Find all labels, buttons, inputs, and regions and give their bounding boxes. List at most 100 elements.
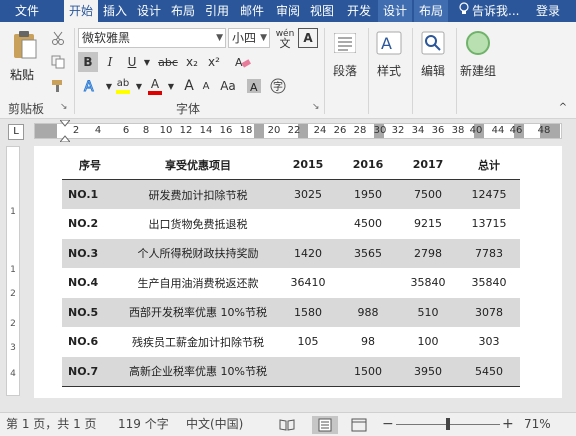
highlight-color-button[interactable]: ab: [114, 76, 132, 96]
subscript-button[interactable]: x₂: [182, 52, 202, 72]
header-cell[interactable]: 享受优惠项目: [118, 150, 278, 180]
styles-button[interactable]: A 样式: [366, 28, 412, 79]
table-cell[interactable]: 5450: [458, 356, 520, 387]
header-cell[interactable]: 总计: [458, 150, 520, 180]
underline-button[interactable]: U: [122, 52, 142, 72]
clipboard-launcher-icon[interactable]: ↘: [60, 102, 68, 112]
table-cell[interactable]: [338, 268, 398, 298]
tab-view[interactable]: 视图: [306, 0, 338, 22]
table-cell[interactable]: NO.5: [62, 297, 118, 327]
table-cell[interactable]: 生产自用油消费税返还款: [118, 268, 278, 298]
chevron-down-icon[interactable]: ▼: [134, 76, 144, 96]
table-cell[interactable]: 1420: [278, 238, 338, 268]
table-cell[interactable]: 4500: [338, 209, 398, 239]
table-cell[interactable]: 303: [458, 327, 520, 357]
collapse-ribbon-icon[interactable]: ^: [556, 100, 570, 114]
web-layout-icon[interactable]: [346, 416, 372, 434]
table-cell[interactable]: [278, 209, 338, 239]
table-cell[interactable]: 3565: [338, 238, 398, 268]
table-cell[interactable]: 残疾员工薪金加计扣除节税: [118, 327, 278, 357]
table-cell[interactable]: 98: [338, 327, 398, 357]
italic-button[interactable]: I: [100, 52, 120, 72]
paragraph-button[interactable]: 段落: [322, 28, 368, 79]
document-page[interactable]: 序号 享受优惠项目 2015 2016 2017 总计 NO.1 研发费加计扣除…: [34, 146, 562, 398]
tab-table-layout[interactable]: 布局: [414, 0, 448, 22]
table-cell[interactable]: 3025: [278, 179, 338, 209]
tab-insert[interactable]: 插入: [100, 0, 130, 22]
table-cell[interactable]: 1500: [338, 356, 398, 387]
zoom-in-button[interactable]: +: [502, 413, 514, 436]
table-cell[interactable]: NO.1: [62, 179, 118, 209]
font-color-button[interactable]: A: [146, 76, 164, 96]
table-cell[interactable]: 研发费加计扣除节税: [118, 179, 278, 209]
tab-references[interactable]: 引用: [202, 0, 232, 22]
header-cell[interactable]: 2017: [398, 150, 458, 180]
phonetic-guide-button[interactable]: wén 文: [274, 26, 296, 52]
table-cell[interactable]: 988: [338, 297, 398, 327]
table-cell[interactable]: 3950: [398, 356, 458, 387]
font-launcher-icon[interactable]: ↘: [312, 102, 320, 112]
table-cell[interactable]: NO.7: [62, 356, 118, 387]
table-cell[interactable]: 2798: [398, 238, 458, 268]
shrink-font-button[interactable]: A: [198, 76, 214, 96]
table-cell[interactable]: 36410: [278, 268, 338, 298]
bold-button[interactable]: B: [78, 52, 98, 72]
copy-icon[interactable]: [48, 52, 68, 72]
font-name-combo[interactable]: 微软雅黑 ▼: [78, 28, 226, 48]
text-effects-icon[interactable]: A: [78, 76, 102, 96]
tab-home[interactable]: 开始: [64, 0, 98, 23]
table-cell[interactable]: 3078: [458, 297, 520, 327]
header-cell[interactable]: 2016: [338, 150, 398, 180]
change-case-button[interactable]: Aa: [216, 76, 240, 96]
char-shading-icon[interactable]: A: [244, 76, 264, 96]
table-cell[interactable]: 12475: [458, 179, 520, 209]
clear-formatting-icon[interactable]: A: [232, 52, 254, 72]
table-cell[interactable]: 510: [398, 297, 458, 327]
language-indicator[interactable]: 中文(中国): [186, 413, 243, 436]
read-mode-icon[interactable]: [274, 416, 300, 434]
format-painter-icon[interactable]: [48, 76, 68, 96]
table-cell[interactable]: 105: [278, 327, 338, 357]
grow-font-button[interactable]: A: [180, 76, 198, 96]
strikethrough-button[interactable]: abc: [156, 52, 180, 72]
table-cell[interactable]: 西部开发税率优惠 10%节税: [118, 297, 278, 327]
print-layout-icon[interactable]: [312, 416, 338, 434]
zoom-out-button[interactable]: −: [382, 413, 394, 436]
header-cell[interactable]: 2015: [278, 150, 338, 180]
paste-button[interactable]: [8, 28, 42, 64]
zoom-slider-thumb[interactable]: [446, 418, 450, 430]
word-count[interactable]: 119 个字: [118, 413, 169, 436]
table-cell[interactable]: NO.4: [62, 268, 118, 298]
table-cell[interactable]: 出口货物免费抵退税: [118, 209, 278, 239]
preferential-tax-table[interactable]: 序号 享受优惠项目 2015 2016 2017 总计 NO.1 研发费加计扣除…: [62, 150, 520, 387]
tab-mailings[interactable]: 邮件: [236, 0, 268, 22]
cut-icon[interactable]: [48, 28, 68, 48]
tab-layout[interactable]: 布局: [168, 0, 198, 22]
table-cell[interactable]: 9215: [398, 209, 458, 239]
tab-selector[interactable]: L: [8, 124, 24, 140]
tab-developer[interactable]: 开发: [342, 0, 376, 22]
tab-table-design[interactable]: 设计: [378, 0, 412, 22]
header-cell[interactable]: 序号: [62, 150, 118, 180]
table-cell[interactable]: 13715: [458, 209, 520, 239]
page-count[interactable]: 第 1 页，共 1 页: [6, 413, 97, 436]
enclose-char-icon[interactable]: 字: [268, 76, 288, 96]
table-cell[interactable]: 7500: [398, 179, 458, 209]
table-cell[interactable]: 35840: [398, 268, 458, 298]
chevron-down-icon[interactable]: ▼: [142, 52, 152, 72]
chevron-down-icon[interactable]: ▼: [166, 76, 176, 96]
char-border-button[interactable]: A: [298, 28, 318, 48]
table-cell[interactable]: 100: [398, 327, 458, 357]
tab-design[interactable]: 设计: [134, 0, 164, 22]
table-cell[interactable]: 35840: [458, 268, 520, 298]
table-cell[interactable]: NO.3: [62, 238, 118, 268]
tab-file[interactable]: 文件: [6, 0, 48, 22]
login-button[interactable]: 登录: [536, 0, 560, 22]
table-cell[interactable]: 1580: [278, 297, 338, 327]
superscript-button[interactable]: x²: [204, 52, 224, 72]
font-size-combo[interactable]: 小四 ▼: [228, 28, 270, 48]
table-cell[interactable]: 7783: [458, 238, 520, 268]
table-cell[interactable]: [278, 356, 338, 387]
new-group-button[interactable]: 新建组: [454, 28, 502, 79]
table-cell[interactable]: NO.2: [62, 209, 118, 239]
